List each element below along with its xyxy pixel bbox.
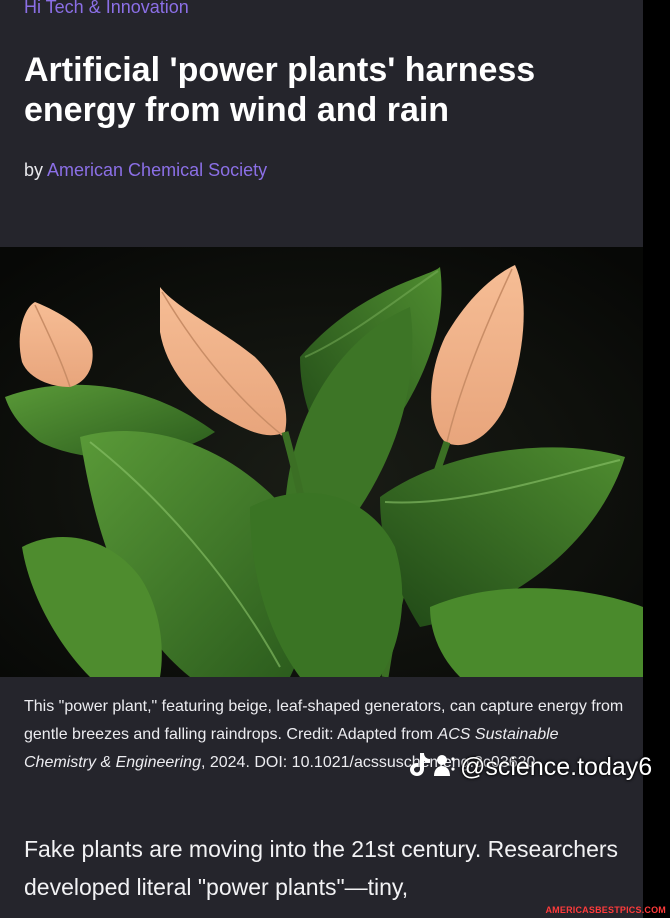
leaf-bottom-right xyxy=(430,588,643,677)
tiktok-icon xyxy=(410,750,456,785)
site-watermark-badge: AMERICASBESTPICS.COM xyxy=(545,905,666,915)
article-headline: Artificial 'power plants' harness energy… xyxy=(24,51,536,129)
watermark: @science.today6 xyxy=(410,750,652,785)
byline-prefix: by xyxy=(24,160,44,180)
article-body: Fake plants are moving into the 21st cen… xyxy=(24,836,619,900)
plant-photo xyxy=(0,247,643,677)
watermark-handle: @science.today6 xyxy=(460,753,653,781)
category-link[interactable]: Hi Tech & Innovation xyxy=(24,0,189,18)
author-link[interactable]: American Chemical Society xyxy=(47,160,267,180)
byline: by American Chemical Society xyxy=(24,160,267,181)
screenshot: Hi Tech & Innovation Artificial 'power p… xyxy=(0,0,670,918)
article-photo xyxy=(0,247,643,677)
